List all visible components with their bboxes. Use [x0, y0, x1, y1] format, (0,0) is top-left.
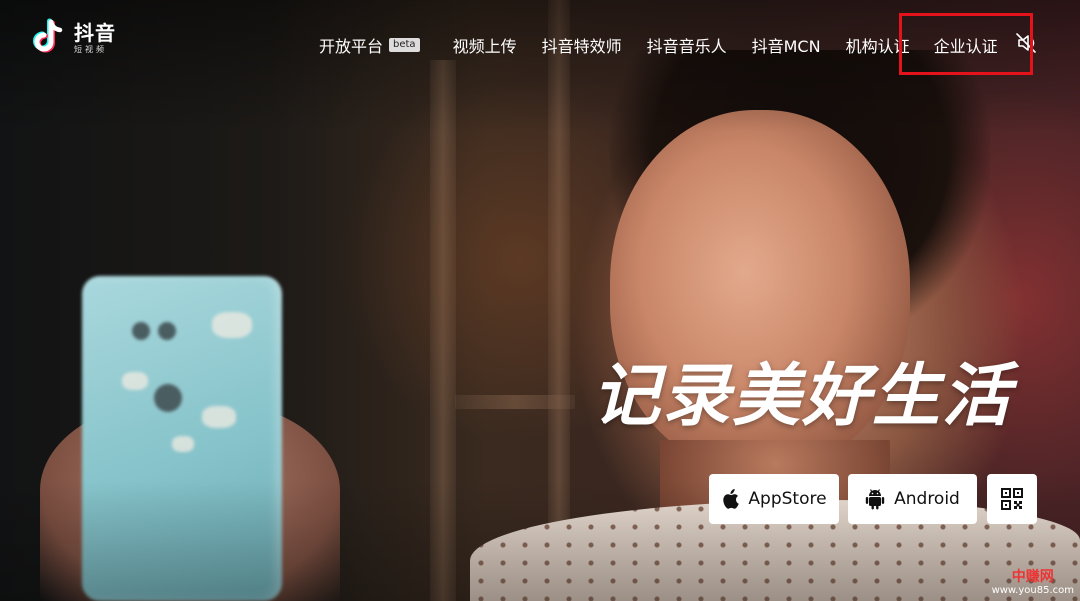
nav-item-open-platform[interactable]: 开放平台 beta	[319, 33, 420, 57]
nav-item-effects-creator[interactable]: 抖音特效师	[542, 33, 622, 57]
tiktok-note-icon	[33, 18, 63, 53]
android-label: Android	[894, 489, 960, 509]
brand-name: 抖音	[74, 20, 116, 45]
android-download-button[interactable]: Android	[848, 474, 977, 524]
nav-item-label: 开放平台	[319, 37, 384, 56]
hero-slogan: 记录美好生活	[592, 357, 1013, 436]
android-icon	[865, 489, 885, 510]
watermark-url: www.you85.com	[991, 585, 1074, 596]
watermark-title: 中赚网	[1011, 569, 1054, 585]
site-watermark: 中赚网 www.you85.com	[992, 570, 1074, 596]
qr-code-icon	[1001, 488, 1023, 510]
appstore-download-button[interactable]: AppStore	[709, 474, 839, 524]
douyin-logo[interactable]: 抖音 短视频	[28, 18, 116, 58]
qr-code-button[interactable]	[987, 474, 1037, 524]
beta-badge: beta	[389, 38, 420, 52]
nav-item-video-upload[interactable]: 视频上传	[453, 33, 517, 57]
nav-item-mcn[interactable]: 抖音MCN	[752, 33, 821, 57]
nav-item-musician[interactable]: 抖音音乐人	[647, 33, 727, 57]
brand-subtitle: 短视频	[74, 44, 107, 54]
apple-icon	[723, 489, 740, 509]
appstore-label: AppStore	[748, 489, 827, 509]
annotation-highlight-box	[899, 13, 1033, 75]
top-nav: 开放平台 beta 视频上传 抖音特效师 抖音音乐人 抖音MCN 机构认证 企业…	[319, 33, 998, 57]
